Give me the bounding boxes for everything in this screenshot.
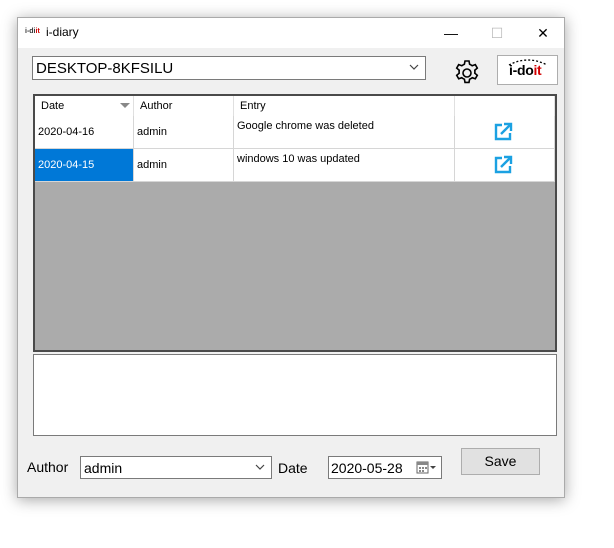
entry-cell[interactable]: windows 10 was updated xyxy=(234,149,455,182)
author-cell[interactable]: admin xyxy=(134,116,234,149)
column-header-date[interactable]: Date xyxy=(35,96,134,116)
entry-cell[interactable]: Google chrome was deleted xyxy=(234,116,455,149)
maximize-icon: ☐ xyxy=(490,25,504,41)
open-entry-button[interactable] xyxy=(455,116,555,149)
app-icon: i-diit xyxy=(25,28,40,35)
date-picker[interactable]: 2020-05-28 xyxy=(328,456,442,479)
diary-grid: Date Author Entry 2020-04-16 admin Googl… xyxy=(33,94,557,352)
close-button[interactable]: ✕ xyxy=(520,18,566,48)
date-picker-value: 2020-05-28 xyxy=(331,460,403,476)
open-external-icon xyxy=(494,122,513,141)
open-external-icon xyxy=(494,155,513,174)
calendar-icon[interactable] xyxy=(416,461,438,475)
date-cell-selected[interactable]: 2020-04-15 xyxy=(35,149,134,182)
entry-detail-textarea[interactable] xyxy=(33,354,557,436)
author-select[interactable]: admin xyxy=(80,456,272,479)
minimize-button[interactable]: — xyxy=(428,18,474,48)
computer-select-value: DESKTOP-8KFSILU xyxy=(36,60,174,77)
chevron-down-icon xyxy=(409,64,419,70)
author-cell[interactable]: admin xyxy=(134,149,234,182)
grid-header: Date Author Entry xyxy=(35,96,555,117)
column-header-entry[interactable]: Entry xyxy=(234,96,455,116)
author-label: Author xyxy=(27,459,69,475)
column-header-author[interactable]: Author xyxy=(134,96,234,116)
date-label: Date xyxy=(278,460,308,476)
minimize-icon: — xyxy=(444,25,458,41)
title-bar: i-diit i-diary — ☐ ✕ xyxy=(18,18,564,48)
sort-down-icon xyxy=(120,103,130,108)
close-icon: ✕ xyxy=(537,25,549,41)
author-select-value: admin xyxy=(84,460,123,476)
app-window: i-diit i-diary — ☐ ✕ DESKTOP-8KFSILU i-d… xyxy=(17,17,565,498)
save-button[interactable]: Save xyxy=(461,448,540,475)
maximize-button[interactable]: ☐ xyxy=(474,18,520,48)
computer-select[interactable]: DESKTOP-8KFSILU xyxy=(32,56,426,80)
open-entry-button[interactable] xyxy=(455,149,555,182)
window-title: i-diary xyxy=(46,25,79,39)
date-cell[interactable]: 2020-04-16 xyxy=(35,116,134,149)
gear-icon[interactable] xyxy=(453,59,481,87)
idoit-logo: i-doit xyxy=(509,62,542,78)
table-row[interactable]: 2020-04-15 admin windows 10 was updated xyxy=(35,149,555,182)
idoit-button[interactable]: i-doit xyxy=(497,55,558,85)
column-header-action[interactable] xyxy=(455,96,555,116)
table-row[interactable]: 2020-04-16 admin Google chrome was delet… xyxy=(35,116,555,149)
chevron-down-icon xyxy=(255,464,265,470)
